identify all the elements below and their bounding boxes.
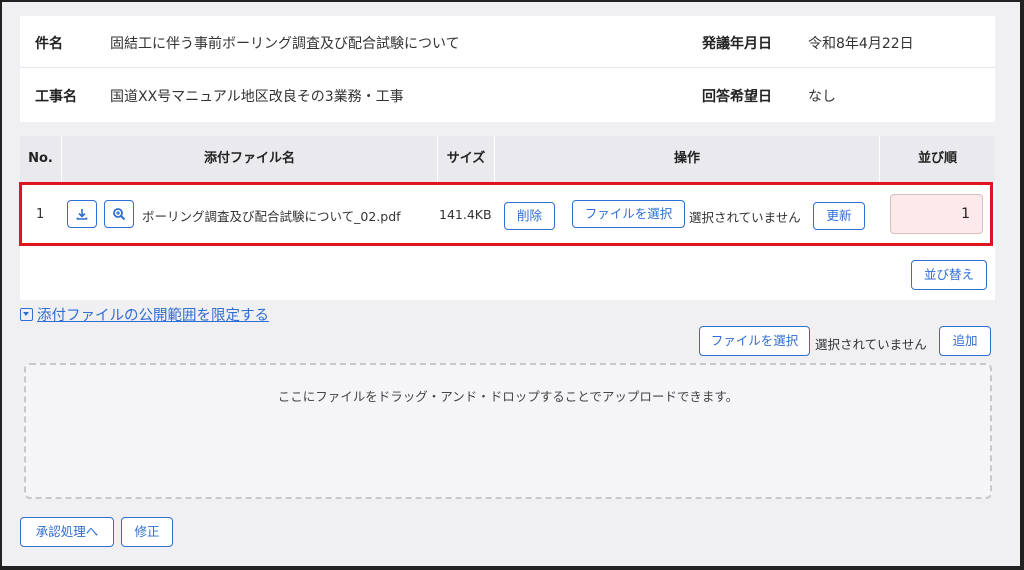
project-label: 工事名 (35, 89, 77, 105)
row-no: 1 (36, 207, 45, 222)
upload-choose-file-button[interactable]: ファイルを選択 (699, 326, 810, 356)
visibility-link-label: 添付ファイルの公開範囲を限定する (37, 308, 269, 324)
info-row-subject: 件名 固結工に伴う事前ボーリング調査及び配合試験について 発議年月日 令和8年4… (20, 16, 995, 68)
header-order: 並び順 (917, 151, 957, 166)
add-button[interactable]: 追加 (939, 326, 991, 356)
row-filename: ボーリング調査及び配合試験について_02.pdf (142, 209, 401, 224)
subject-value: 固結工に伴う事前ボーリング調査及び配合試験について (110, 36, 460, 52)
zoom-icon (113, 208, 126, 221)
upload-file-status: 選択されていません (815, 337, 927, 352)
sort-button[interactable]: 並び替え (911, 260, 987, 290)
order-input[interactable]: 1 (890, 194, 983, 234)
date-value: 令和8年4月22日 (808, 36, 914, 52)
window-frame: 件名 固結工に伴う事前ボーリング調査及び配合試験について 発議年月日 令和8年4… (0, 0, 1024, 570)
attachment-table: No. 添付ファイル名 サイズ 操作 並び順 1 ボーリング調査及び配合試験につ… (20, 136, 995, 300)
reply-date-label: 回答希望日 (702, 89, 772, 105)
download-button[interactable] (67, 200, 97, 228)
table-row: 1 ボーリング調査及び配合試験について_02.pdf 141.4KB 削除 ファ… (20, 182, 995, 246)
approve-button[interactable]: 承認処理へ (20, 517, 114, 547)
chevron-down-icon (20, 308, 33, 321)
info-panel: 件名 固結工に伴う事前ボーリング調査及び配合試験について 発議年月日 令和8年4… (20, 16, 995, 122)
header-filename: 添付ファイル名 (62, 136, 438, 182)
delete-button[interactable]: 削除 (504, 202, 555, 230)
date-label: 発議年月日 (702, 36, 772, 52)
header-size: サイズ (438, 136, 495, 182)
download-icon (76, 209, 88, 220)
drop-zone[interactable]: ここにファイルをドラッグ・アンド・ドロップすることでアップロードできます。 (24, 363, 992, 499)
update-button[interactable]: 更新 (813, 202, 865, 230)
info-row-project: 工事名 国道XX号マニュアル地区改良その3業務・工事 回答希望日 なし (20, 69, 995, 121)
header-operation: 操作 (495, 136, 880, 182)
drop-zone-text: ここにファイルをドラッグ・アンド・ドロップすることでアップロードできます。 (277, 389, 739, 404)
project-value: 国道XX号マニュアル地区改良その3業務・工事 (110, 89, 404, 105)
visibility-toggle-link[interactable]: 添付ファイルの公開範囲を限定する (20, 304, 269, 325)
file-status: 選択されていません (689, 210, 801, 225)
reply-date-value: なし (808, 89, 836, 105)
preview-button[interactable] (104, 200, 134, 228)
choose-file-button[interactable]: ファイルを選択 (572, 200, 685, 228)
edit-button[interactable]: 修正 (121, 517, 173, 547)
table-header: No. 添付ファイル名 サイズ 操作 並び順 (20, 136, 995, 182)
header-no: No. (20, 136, 62, 182)
subject-label: 件名 (35, 36, 63, 52)
row-size: 141.4KB (439, 207, 492, 222)
